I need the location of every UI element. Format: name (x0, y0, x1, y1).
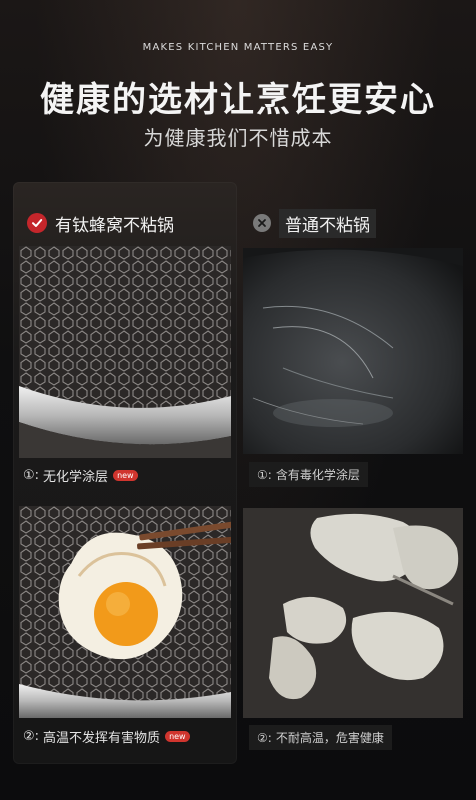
honeycomb-caption-1: ①: 无化学涂层 new (23, 466, 138, 485)
caption-number: ①: (257, 467, 272, 482)
check-circle-icon (27, 213, 47, 233)
honeycomb-pan-heading: 有钛蜂窝不粘锅 (13, 208, 174, 238)
honeycomb-pan-panel: 有钛蜂窝不粘锅 ①: 无化学涂层 new ②: 高温不发挥有害物质 new (13, 182, 237, 764)
caption-text: 不耐高温，危害健康 (275, 731, 384, 745)
caption-number: ②: (257, 730, 272, 745)
header: MAKES KITCHEN MATTERS EASY 健康的选材让烹饪更安心 为… (0, 0, 476, 170)
ordinary-caption-2: ②: 不耐高温，危害健康 (249, 725, 392, 750)
new-badge: new (113, 470, 138, 481)
page-subtitle: 为健康我们不惜成本 (143, 126, 333, 150)
ordinary-pan-title: 普通不粘锅 (279, 208, 376, 238)
caption-text: 无化学涂层 (43, 470, 109, 485)
caption-number: ①: (23, 468, 40, 483)
caption-text: 含有毒化学涂层 (275, 468, 360, 482)
ordinary-pan-heading: 普通不粘锅 (241, 208, 376, 238)
honeycomb-pan-title: 有钛蜂窝不粘锅 (55, 215, 174, 236)
honeycomb-pan-image (19, 246, 231, 458)
ordinary-pan-panel: 普通不粘锅 ①: 含有毒化学涂层 ②: 不耐高温，危害健康 (241, 182, 465, 764)
scratched-pan-image (243, 248, 463, 454)
stuck-meat-image (243, 508, 463, 718)
ordinary-caption-1: ①: 含有毒化学涂层 (249, 462, 368, 487)
new-badge: new (165, 731, 190, 742)
caption-text: 高温不发挥有害物质 (43, 731, 161, 746)
honeycomb-caption-2: ②: 高温不发挥有害物质 new (23, 727, 190, 746)
page-title: 健康的选材让烹饪更安心 (40, 80, 436, 120)
tagline: MAKES KITCHEN MATTERS EASY (142, 42, 334, 53)
fried-egg-image (19, 506, 231, 718)
caption-number: ②: (23, 729, 40, 744)
x-circle-icon (253, 214, 271, 232)
